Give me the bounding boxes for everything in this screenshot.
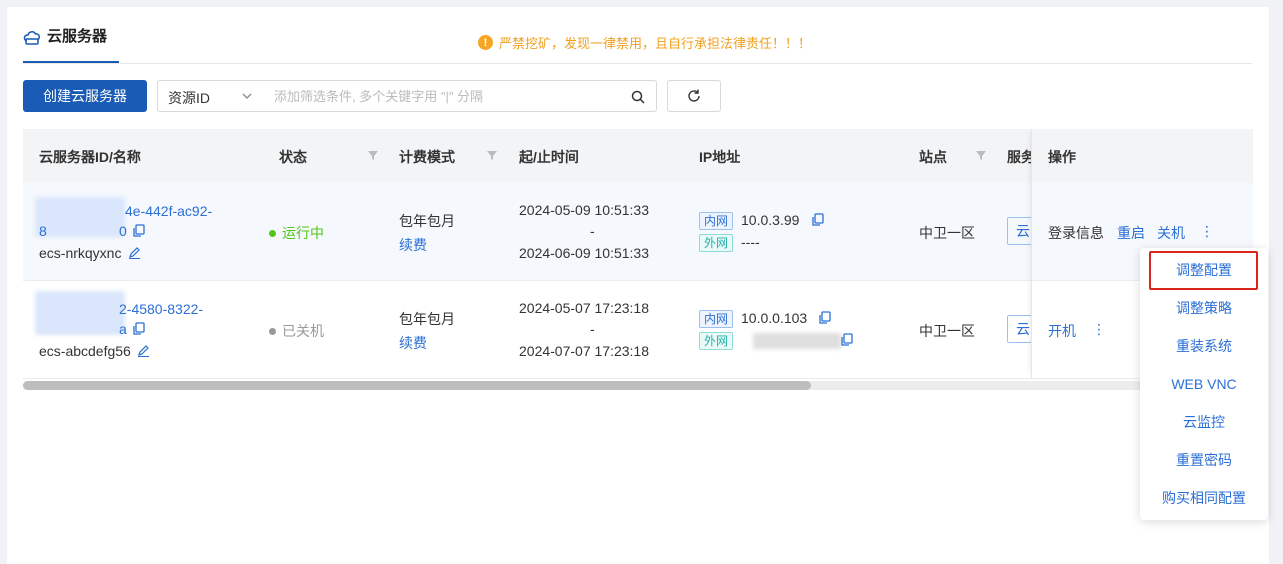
external-ip: 外网 (699, 332, 741, 350)
refresh-icon (688, 89, 700, 102)
status-badge: 已关机 (269, 321, 324, 341)
more-actions-icon[interactable]: ⋮ (1092, 321, 1106, 338)
start-time: 2024-05-07 17:23:18 (519, 300, 649, 316)
header-id-name: 云服务器ID/名称 (39, 149, 141, 165)
billing-mode: 包年包月 (399, 213, 455, 229)
server-name: ecs-nrkqyxnc (39, 245, 122, 261)
menu-item-buy-same[interactable]: 购买相同配置 (1140, 479, 1268, 517)
external-ip: 外网 ---- (699, 234, 760, 252)
time-separator: - (590, 223, 595, 239)
warning-icon: ! (478, 35, 493, 50)
copy-icon[interactable] (133, 322, 145, 335)
renew-link[interactable]: 续费 (399, 333, 427, 353)
header-status: 状态 (279, 149, 307, 165)
edit-icon[interactable] (137, 344, 150, 357)
cloud-server-icon (23, 31, 41, 45)
filter-input[interactable] (274, 85, 614, 107)
filter-field-select[interactable]: 资源ID (168, 88, 210, 108)
refresh-button[interactable] (667, 80, 721, 112)
filter-icon[interactable] (486, 149, 498, 161)
search-icon[interactable] (630, 89, 646, 105)
login-info-button[interactable]: 登录信息 (1048, 223, 1104, 243)
chevron-down-icon[interactable] (240, 89, 254, 103)
filter-icon[interactable] (975, 149, 987, 161)
header-ip: IP地址 (699, 149, 741, 165)
warning-text: 严禁挖矿，发现一律禁用，且自行承担法律责任！！！ (499, 36, 812, 51)
header-billing: 计费模式 (399, 149, 455, 165)
site-name: 中卫一区 (919, 225, 975, 241)
server-id[interactable]: 4e-442f-ac92- (125, 203, 212, 219)
edit-icon[interactable] (128, 246, 141, 259)
header-ops: 操作 (1048, 149, 1076, 165)
internal-ip: 内网 10.0.0.103 (699, 310, 807, 328)
menu-item-reset-password[interactable]: 重置密码 (1140, 441, 1268, 479)
warning-banner: ! 严禁挖矿，发现一律禁用，且自行承担法律责任！！！ (478, 33, 811, 52)
tab-label: 云服务器 (47, 28, 108, 45)
site-name: 中卫一区 (919, 323, 975, 339)
copy-icon[interactable] (133, 224, 145, 237)
shutdown-button[interactable]: 关机 (1157, 223, 1185, 243)
end-time: 2024-06-09 10:51:33 (519, 245, 649, 261)
status-badge: 运行中 (269, 223, 324, 243)
billing-mode: 包年包月 (399, 311, 455, 327)
menu-item-monitor[interactable]: 云监控 (1140, 403, 1268, 441)
server-id[interactable]: 2-4580-8322- (119, 301, 203, 317)
server-id-line2-end[interactable]: 0 (119, 223, 127, 239)
header-time: 起/止时间 (519, 149, 579, 165)
menu-item-reinstall[interactable]: 重装系统 (1140, 327, 1268, 365)
renew-link[interactable]: 续费 (399, 235, 427, 255)
more-actions-menu: 调整配置 调整策略 重装系统 WEB VNC 云监控 重置密码 购买相同配置 (1140, 248, 1268, 520)
horizontal-scrollbar[interactable] (23, 381, 1252, 390)
redacted-ip (753, 333, 841, 349)
toolbar: 创建云服务器 资源ID (23, 80, 723, 112)
filter-bar: 资源ID (157, 80, 657, 112)
create-server-button[interactable]: 创建云服务器 (23, 80, 147, 112)
menu-item-web-vnc[interactable]: WEB VNC (1140, 365, 1268, 403)
redacted-id (35, 197, 125, 237)
copy-icon[interactable] (812, 213, 824, 226)
copy-icon[interactable] (819, 311, 831, 324)
scrollbar-thumb[interactable] (23, 381, 811, 390)
server-id-line2[interactable]: 8 (39, 223, 47, 239)
redacted-id (35, 291, 125, 335)
internal-ip: 内网 10.0.3.99 (699, 212, 799, 230)
end-time: 2024-07-07 17:23:18 (519, 343, 649, 359)
header-site: 站点 (919, 149, 947, 165)
start-time: 2024-05-09 10:51:33 (519, 202, 649, 218)
server-id-line2-end[interactable]: a (119, 321, 127, 337)
time-separator: - (590, 321, 595, 337)
power-on-button[interactable]: 开机 (1048, 321, 1076, 341)
more-actions-icon[interactable]: ⋮ (1200, 223, 1214, 240)
server-name: ecs-abcdefg56 (39, 343, 131, 359)
copy-icon[interactable] (841, 333, 853, 346)
menu-item-adjust-policy[interactable]: 调整策略 (1140, 289, 1268, 327)
reboot-button[interactable]: 重启 (1117, 223, 1145, 243)
menu-item-resize[interactable]: 调整配置 (1140, 251, 1268, 289)
filter-icon[interactable] (367, 149, 379, 161)
tab-cloud-servers[interactable]: 云服务器 (23, 28, 119, 63)
